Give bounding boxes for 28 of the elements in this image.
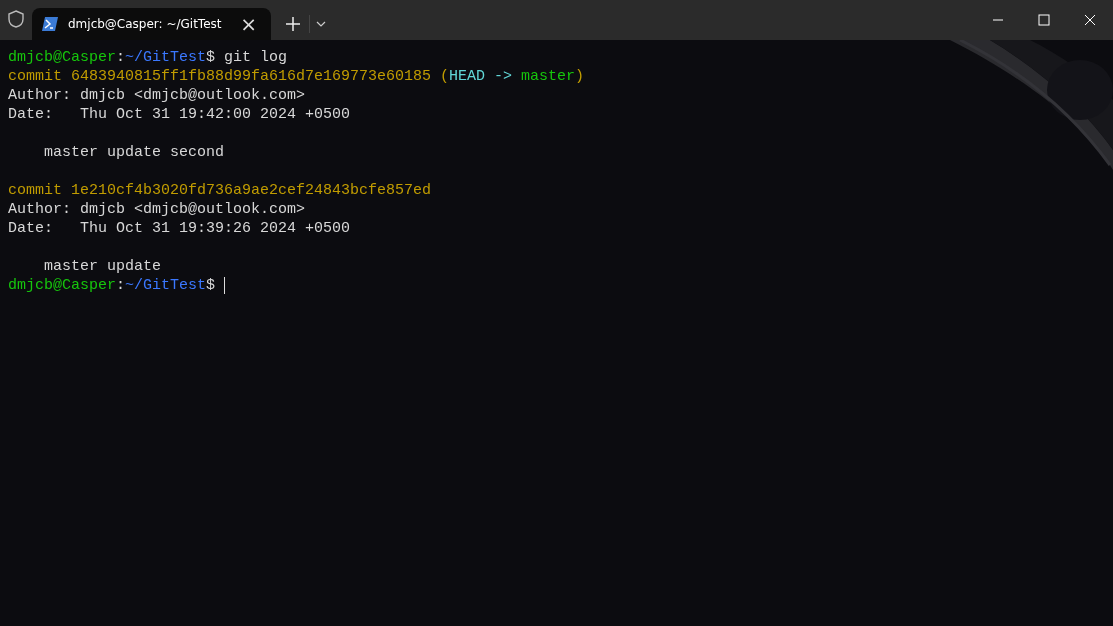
- close-icon: [1084, 14, 1096, 26]
- commit-hash: ): [575, 67, 585, 86]
- chevron-down-icon: [316, 21, 326, 27]
- terminal-text: $ git log: [206, 48, 288, 67]
- prompt-user: dmjcb@Casper: [8, 276, 117, 295]
- terminal-text: master update: [43, 257, 162, 276]
- terminal-text: Date: Thu Oct 31 19:39:26 2024 +0500: [8, 219, 351, 238]
- terminal-text: Author: dmjcb <dmjcb@outlook.com>: [8, 200, 306, 219]
- prompt-path: ~/GitTest: [125, 276, 207, 295]
- maximize-icon: [1038, 14, 1050, 26]
- commit-hash: commit 6483940815ff1fb88d99fa616d7e169773e60185 (: [8, 67, 450, 86]
- terminal-text: Author: dmjcb <dmjcb@outlook.com>: [8, 86, 306, 105]
- terminal-text: Date: Thu Oct 31 19:42:00 2024 +0500: [8, 105, 351, 124]
- tab-title: dmjcb@Casper: ~/GitTest: [68, 17, 223, 31]
- prompt-path: ~/GitTest: [125, 48, 207, 67]
- terminal-text: :: [116, 276, 126, 295]
- shield-icon: [8, 10, 24, 28]
- terminal-text: master update second: [43, 143, 225, 162]
- plus-icon: [286, 17, 300, 31]
- terminal-text: :: [116, 48, 126, 67]
- head-ref: HEAD ->: [449, 67, 514, 86]
- terminal-tab[interactable]: dmjcb@Casper: ~/GitTest ×: [32, 8, 271, 40]
- commit-hash: commit 1e210cf4b3020fd736a9ae2cef24843bcfe857ed: [8, 181, 432, 200]
- close-tab-button[interactable]: ×: [236, 14, 261, 34]
- terminal-text: $: [206, 276, 217, 295]
- branch-name: master: [521, 67, 576, 86]
- prompt-user: dmjcb@Casper: [8, 48, 117, 67]
- terminal-icon: [42, 17, 58, 31]
